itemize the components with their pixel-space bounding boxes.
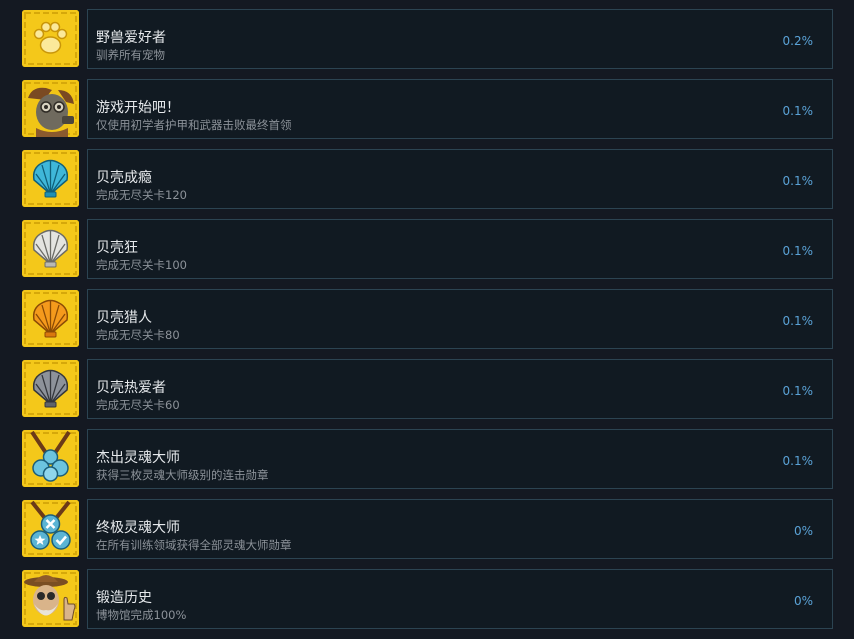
achievement-card: 贝壳狂 完成无尽关卡100 0.1% bbox=[87, 219, 833, 279]
achievement-unlock-percent: 0% bbox=[793, 524, 813, 538]
achievement-card: 贝壳热爱者 完成无尽关卡60 0.1% bbox=[87, 359, 833, 419]
orange-shell-icon bbox=[22, 290, 79, 347]
achievement-description: 驯养所有宠物 bbox=[96, 48, 165, 62]
achievement-row[interactable]: 锻造历史 博物馆完成100% 0% bbox=[0, 569, 854, 631]
achievement-card: 贝壳成瘾 完成无尽关卡120 0.1% bbox=[87, 149, 833, 209]
achievement-title: 杰出灵魂大师 bbox=[96, 450, 180, 466]
achievement-row[interactable]: 贝壳狂 完成无尽关卡100 0.1% bbox=[0, 219, 854, 281]
achievement-title: 贝壳猎人 bbox=[96, 310, 152, 326]
achievement-description: 在所有训练领域获得全部灵魂大师勋章 bbox=[96, 538, 292, 552]
achievement-unlock-percent: 0% bbox=[793, 594, 813, 608]
achievement-card: 野兽爱好者 驯养所有宠物 0.2% bbox=[87, 9, 833, 69]
paw-icon bbox=[22, 10, 79, 67]
silver-shell-icon bbox=[22, 220, 79, 277]
medal-icon bbox=[22, 430, 79, 487]
achievement-row[interactable]: 游戏开始吧！ 仅使用初学者护甲和武器击败最终首领 0.1% bbox=[0, 79, 854, 141]
achievement-title: 野兽爱好者 bbox=[96, 30, 166, 46]
achievement-card: 贝壳猎人 完成无尽关卡80 0.1% bbox=[87, 289, 833, 349]
achievement-unlock-percent: 0.1% bbox=[782, 454, 814, 468]
achievement-title: 游戏开始吧！ bbox=[96, 100, 180, 116]
achievement-card: 杰出灵魂大师 获得三枚灵魂大师级别的连击勋章 0.1% bbox=[87, 429, 833, 489]
achievement-title: 贝壳成瘾 bbox=[96, 170, 152, 186]
achievement-unlock-percent: 0.1% bbox=[782, 174, 814, 188]
achievement-title: 锻造历史 bbox=[96, 590, 152, 606]
achievement-row[interactable]: 野兽爱好者 驯养所有宠物 0.2% bbox=[0, 9, 854, 71]
achievement-list: 野兽爱好者 驯养所有宠物 0.2% 游戏开始吧！ 仅使用初学者护甲和武器击败最终… bbox=[0, 0, 854, 639]
achievement-description: 仅使用初学者护甲和武器击败最终首领 bbox=[96, 118, 292, 132]
achievement-description: 完成无尽关卡100 bbox=[96, 258, 187, 272]
achievement-card: 锻造历史 博物馆完成100% 0% bbox=[87, 569, 833, 629]
achievement-card: 终极灵魂大师 在所有训练领域获得全部灵魂大师勋章 0% bbox=[87, 499, 833, 559]
achievement-unlock-percent: 0.1% bbox=[782, 244, 814, 258]
achievement-card: 游戏开始吧！ 仅使用初学者护甲和武器击败最终首领 0.1% bbox=[87, 79, 833, 139]
achievement-row[interactable]: 贝壳热爱者 完成无尽关卡60 0.1% bbox=[0, 359, 854, 421]
dark-shell-icon bbox=[22, 360, 79, 417]
gasmask-hero-icon bbox=[22, 80, 79, 137]
achievement-description: 完成无尽关卡60 bbox=[96, 398, 180, 412]
ultimate-medal-icon bbox=[22, 500, 79, 557]
achievement-row[interactable]: 贝壳猎人 完成无尽关卡80 0.1% bbox=[0, 289, 854, 351]
achievement-title: 终极灵魂大师 bbox=[96, 520, 180, 536]
achievement-unlock-percent: 0.1% bbox=[782, 104, 814, 118]
achievement-description: 博物馆完成100% bbox=[96, 608, 187, 622]
achievement-description: 完成无尽关卡120 bbox=[96, 188, 187, 202]
blue-shell-icon bbox=[22, 150, 79, 207]
achievement-unlock-percent: 0.2% bbox=[782, 34, 814, 48]
achievement-row[interactable]: 终极灵魂大师 在所有训练领域获得全部灵魂大师勋章 0% bbox=[0, 499, 854, 561]
achievement-row[interactable]: 杰出灵魂大师 获得三枚灵魂大师级别的连击勋章 0.1% bbox=[0, 429, 854, 491]
achievement-description: 获得三枚灵魂大师级别的连击勋章 bbox=[96, 468, 269, 482]
achievement-title: 贝壳热爱者 bbox=[96, 380, 166, 396]
achievement-unlock-percent: 0.1% bbox=[782, 314, 814, 328]
achievement-description: 完成无尽关卡80 bbox=[96, 328, 180, 342]
achievement-title: 贝壳狂 bbox=[96, 240, 138, 256]
achievement-row[interactable]: 贝壳成瘾 完成无尽关卡120 0.1% bbox=[0, 149, 854, 211]
museum-curator-icon bbox=[22, 570, 79, 627]
achievement-unlock-percent: 0.1% bbox=[782, 384, 814, 398]
